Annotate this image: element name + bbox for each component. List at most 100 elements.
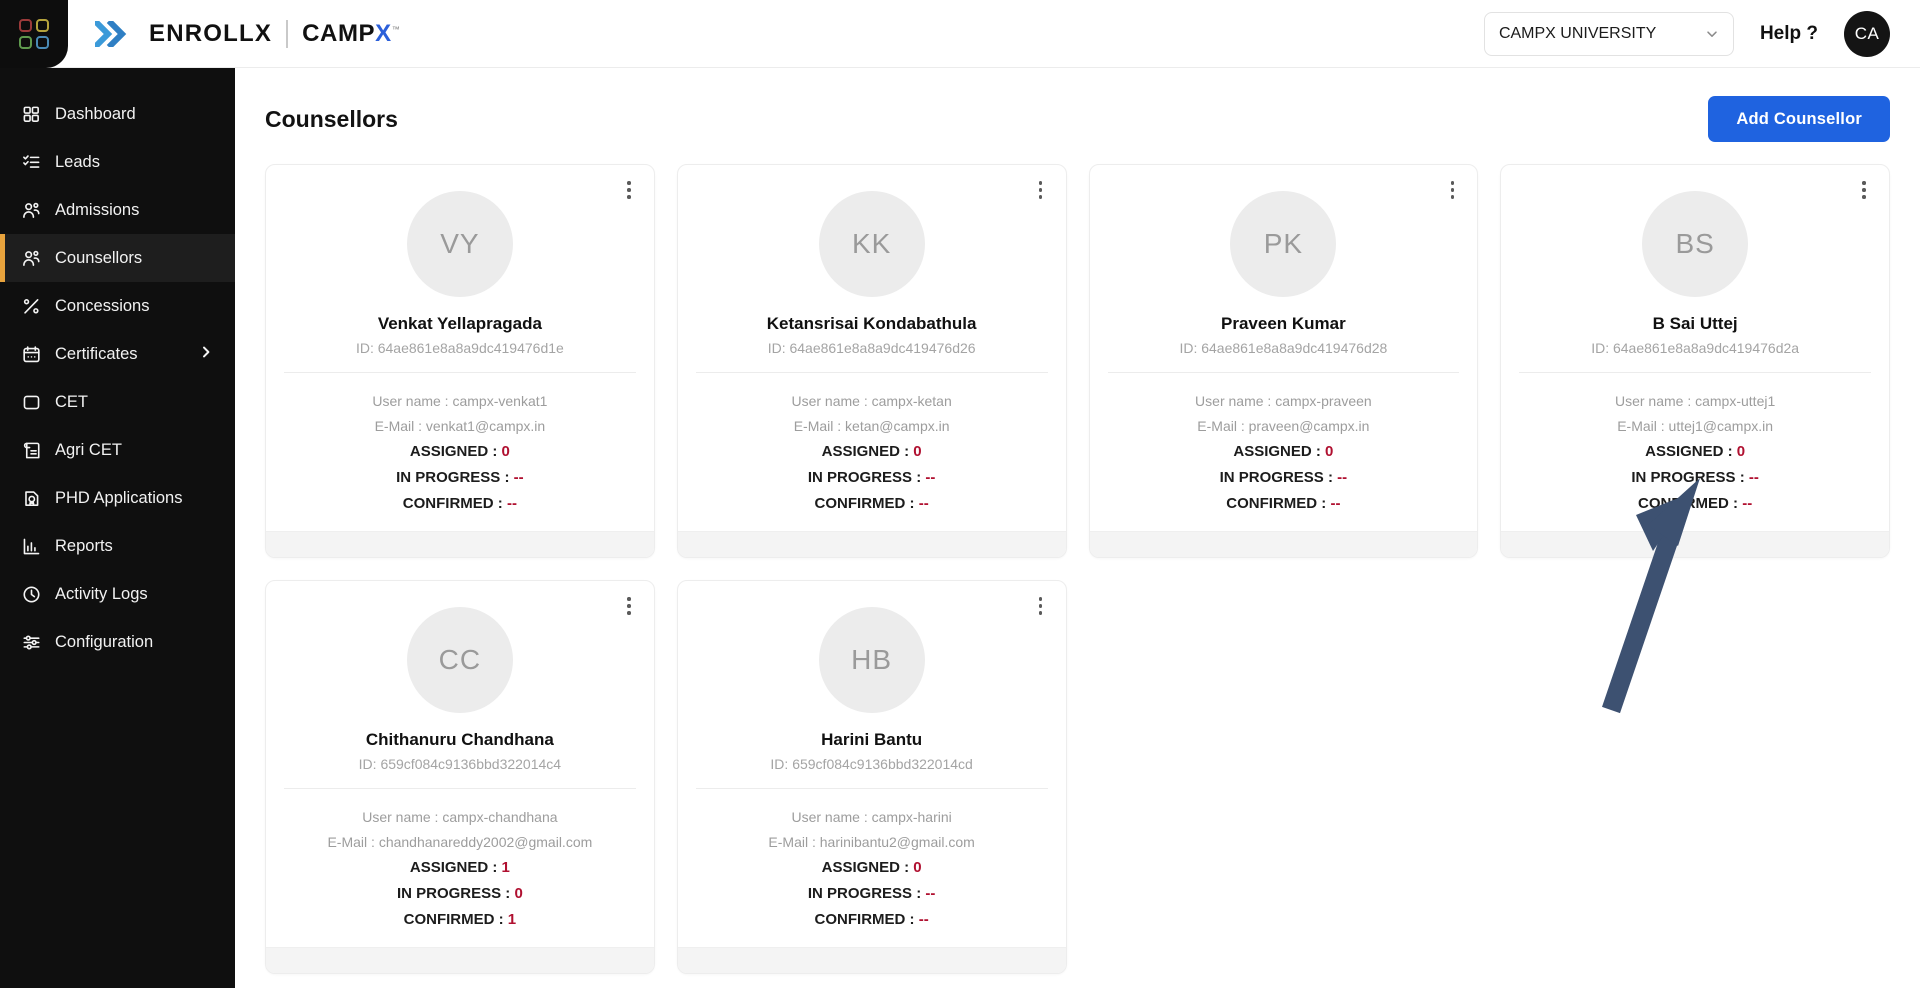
counsellor-id: ID: 659cf084c9136bbd322014cd <box>678 756 1066 772</box>
stat-confirmed: CONFIRMED : -- <box>1515 491 1875 517</box>
counsellor-id: ID: 64ae861e8a8a9dc419476d2a <box>1501 340 1889 356</box>
bar-chart-icon <box>21 536 41 556</box>
users-icon <box>21 248 41 268</box>
assigned-label: ASSIGNED : <box>1645 443 1737 460</box>
clock-icon <box>21 584 41 604</box>
sidebar-item-counsellors[interactable]: Counsellors <box>0 234 235 282</box>
stat-confirmed: CONFIRMED : -- <box>692 491 1052 517</box>
card-body: User name : campx-praveen E-Mail : pravee… <box>1090 373 1478 531</box>
sidebar-item-label: CET <box>55 392 88 411</box>
id-prefix-label: ID: <box>1179 340 1202 356</box>
email-prefix-label: E-Mail : <box>374 418 426 434</box>
id-prefix-label: ID: <box>770 756 793 772</box>
top-bar-actions: CAMPX UNIVERSITY Help ? CA <box>1483 10 1920 57</box>
sidebar-item-admissions[interactable]: Admissions <box>0 186 235 234</box>
counsellor-card-grid: VY Venkat Yellapragada ID: 64ae861e8a8a9dc… <box>265 164 1890 974</box>
percent-icon <box>21 296 41 316</box>
brand-lockup: ENROLLX CAMPX™ <box>95 19 401 48</box>
help-link[interactable]: Help ? <box>1760 23 1818 45</box>
confirmed-value: 1 <box>507 911 517 928</box>
sidebar-item-dashboard[interactable]: Dashboard <box>0 90 235 138</box>
id-value: 64ae861e8a8a9dc419476d28 <box>1201 340 1388 356</box>
assigned-value: 1 <box>501 859 510 876</box>
sidebar-item-certificates[interactable]: Certificates <box>0 330 235 378</box>
card-kebab-menu-icon[interactable] <box>1441 177 1463 203</box>
sidebar-item-phd-applications[interactable]: PHD Applications <box>0 474 235 522</box>
sidebar-item-label: Configuration <box>55 632 154 651</box>
trademark-mark: ™ <box>391 24 401 34</box>
assigned-label: ASSIGNED : <box>409 859 502 876</box>
body-row: Dashboard Leads Admissions Counsellors Conce… <box>0 68 1920 988</box>
card-kebab-menu-icon[interactable] <box>618 593 640 619</box>
sidebar-item-leads[interactable]: Leads <box>0 138 235 186</box>
counsellor-card[interactable]: HB Harini Bantu ID: 659cf084c9136bbd322014… <box>676 580 1067 974</box>
stat-in-progress: IN PROGRESS : -- <box>280 465 640 491</box>
id-value: 64ae861e8a8a9dc419476d26 <box>789 340 976 356</box>
counsellor-username-row: User name : campx-harini <box>692 805 1052 830</box>
card-kebab-menu-icon[interactable] <box>618 177 640 203</box>
email-value: harinibantu2@gmail.com <box>819 834 975 850</box>
double-chevron-icon <box>95 20 135 47</box>
card-kebab-menu-icon[interactable] <box>1030 593 1052 619</box>
counsellor-avatar: BS <box>1642 191 1749 297</box>
counsellor-id: ID: 64ae861e8a8a9dc419476d26 <box>678 340 1066 356</box>
card-footer <box>677 531 1066 557</box>
square-icon <box>21 392 41 412</box>
email-value: ketan@campx.in <box>845 418 950 434</box>
in-progress-label: IN PROGRESS : <box>396 469 514 486</box>
card-kebab-menu-icon[interactable] <box>1030 177 1052 203</box>
in-progress-value: 0 <box>514 885 523 902</box>
counsellor-avatar: HB <box>818 607 925 713</box>
user-avatar[interactable]: CA <box>1844 10 1890 57</box>
stat-in-progress: IN PROGRESS : 0 <box>280 881 640 907</box>
sidebar-item-cet[interactable]: CET <box>0 378 235 426</box>
counsellor-name: Ketansrisai Kondabathula <box>766 314 977 333</box>
id-value: 64ae861e8a8a9dc419476d1e <box>377 340 564 356</box>
counsellor-card[interactable]: BS B Sai Uttej ID: 64ae861e8a8a9dc419476d2… <box>1500 164 1890 558</box>
app-logo-tile[interactable] <box>0 0 68 68</box>
brand-campx-x: X <box>375 19 392 47</box>
chevron-down-icon <box>1705 27 1719 41</box>
in-progress-value: -- <box>1337 469 1348 486</box>
page-title: Counsellors <box>265 105 398 132</box>
page-header: Counsellors Add Counsellor <box>265 96 1890 142</box>
username-value: campx-ketan <box>871 393 952 409</box>
username-prefix-label: User name : <box>791 393 872 409</box>
add-counsellor-button[interactable]: Add Counsellor <box>1708 96 1890 142</box>
sidebar-nav: Dashboard Leads Admissions Counsellors Conce… <box>0 68 235 988</box>
sidebar-item-concessions[interactable]: Concessions <box>0 282 235 330</box>
sidebar-item-activity-logs[interactable]: Activity Logs <box>0 570 235 618</box>
id-prefix-label: ID: <box>358 756 381 772</box>
username-prefix-label: User name : <box>1195 393 1276 409</box>
confirmed-label: CONFIRMED : <box>814 495 919 512</box>
card-body: User name : campx-uttej1 E-Mail : uttej1@… <box>1501 373 1889 531</box>
sidebar-item-agri-cet[interactable]: Agri CET <box>0 426 235 474</box>
username-prefix-label: User name : <box>791 809 872 825</box>
sidebar-item-label: Admissions <box>55 200 140 219</box>
university-select[interactable]: CAMPX UNIVERSITY <box>1483 11 1734 56</box>
chevron-right-icon[interactable] <box>199 345 213 364</box>
username-prefix-label: User name : <box>1614 393 1696 409</box>
sidebar-item-configuration[interactable]: Configuration <box>0 618 235 666</box>
counsellor-card[interactable]: VY Venkat Yellapragada ID: 64ae861e8a8a9dc… <box>265 164 655 558</box>
assigned-value: 0 <box>1736 443 1746 460</box>
email-prefix-label: E-Mail : <box>768 834 820 850</box>
in-progress-label: IN PROGRESS : <box>1631 469 1749 486</box>
logo-cell-4 <box>36 35 49 49</box>
stat-assigned: ASSIGNED : 0 <box>1104 439 1464 465</box>
email-value: uttej1@campx.in <box>1668 418 1774 434</box>
in-progress-value: -- <box>1748 469 1759 486</box>
counsellor-username-row: User name : campx-ketan <box>692 389 1052 414</box>
counsellor-card[interactable]: CC Chithanuru Chandhana ID: 659cf084c9136b… <box>265 580 655 974</box>
stat-in-progress: IN PROGRESS : -- <box>1104 465 1464 491</box>
counsellor-card[interactable]: KK Ketansrisai Kondabathula ID: 64ae861e8a… <box>676 164 1067 558</box>
sidebar-item-reports[interactable]: Reports <box>0 522 235 570</box>
stat-assigned: ASSIGNED : 0 <box>692 855 1052 881</box>
confirmed-label: CONFIRMED : <box>1638 495 1743 512</box>
confirmed-label: CONFIRMED : <box>814 911 919 928</box>
card-kebab-menu-icon[interactable] <box>1853 177 1875 203</box>
card-footer <box>266 531 654 557</box>
counsellor-id: ID: 659cf084c9136bbd322014c4 <box>266 756 654 772</box>
logo-grid-icon <box>19 18 49 49</box>
counsellor-card[interactable]: PK Praveen Kumar ID: 64ae861e8a8a9dc419476… <box>1088 164 1479 558</box>
